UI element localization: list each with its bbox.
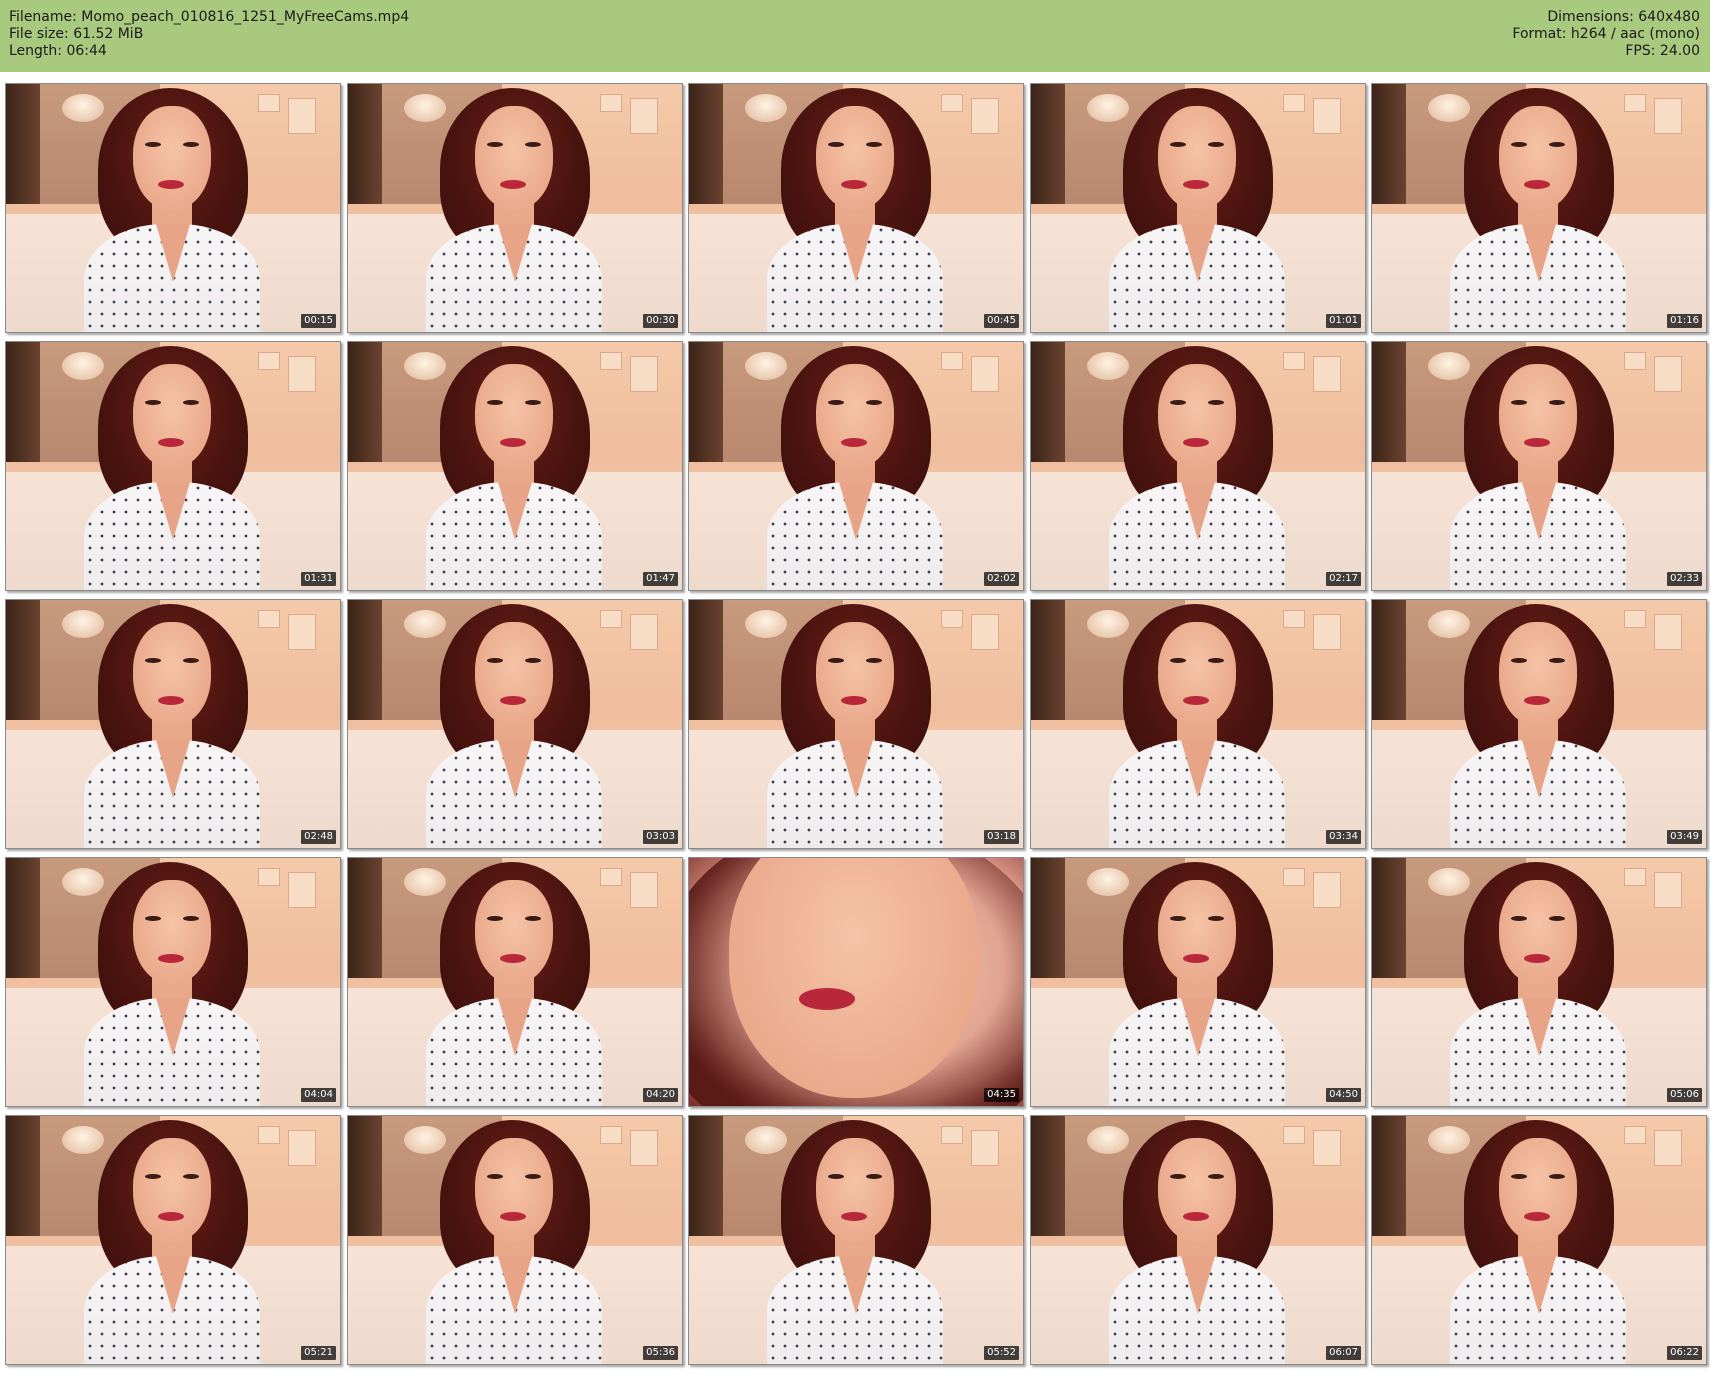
video-frame-thumbnail: 00:30: [347, 83, 683, 333]
video-frame-thumbnail: 02:17: [1030, 341, 1366, 591]
frame-timestamp: 03:18: [984, 830, 1019, 844]
video-frame-thumbnail: 04:20: [347, 857, 683, 1107]
frame-timestamp: 02:48: [301, 830, 336, 844]
filesize-text: File size: 61.52 MiB: [9, 26, 144, 42]
frame-image: [1031, 84, 1365, 332]
frame-timestamp: 01:47: [643, 572, 678, 586]
frame-timestamp: 02:33: [1667, 572, 1702, 586]
video-frame-thumbnail: 01:31: [5, 341, 341, 591]
frame-image: [1031, 1116, 1365, 1364]
frame-timestamp: 01:01: [1326, 314, 1361, 328]
frame-timestamp: 04:35: [984, 1088, 1019, 1102]
frame-timestamp: 02:02: [984, 572, 1019, 586]
frame-timestamp: 00:15: [301, 314, 336, 328]
frame-image: [6, 342, 340, 590]
frame-image: [348, 858, 682, 1106]
frame-timestamp: 05:21: [301, 1346, 336, 1360]
frame-timestamp: 05:52: [984, 1346, 1019, 1360]
frame-image: [6, 84, 340, 332]
frame-timestamp: 03:03: [643, 830, 678, 844]
frame-timestamp: 03:49: [1667, 830, 1702, 844]
frame-timestamp: 01:31: [301, 572, 336, 586]
frame-timestamp: 00:45: [984, 314, 1019, 328]
filename-text: Filename: Momo_peach_010816_1251_MyFreeC…: [9, 9, 410, 25]
frame-image: [689, 84, 1023, 332]
thumbnail-grid: 00:15 00:30 00:45 01:01 01:16 01:31 01:47 02:02…: [0, 78, 1710, 1370]
length-text: Length: 06:44: [9, 43, 107, 59]
video-frame-thumbnail: 03:18: [688, 599, 1024, 849]
video-frame-thumbnail: 05:52: [688, 1115, 1024, 1365]
frame-image: [1031, 342, 1365, 590]
frame-image: [1031, 600, 1365, 848]
frame-image: [348, 84, 682, 332]
frame-image: [689, 858, 1023, 1106]
video-frame-thumbnail: 03:34: [1030, 599, 1366, 849]
frame-image: [1372, 1116, 1706, 1364]
frame-image: [689, 1116, 1023, 1364]
frame-timestamp: 02:17: [1326, 572, 1361, 586]
video-frame-thumbnail: 05:06: [1371, 857, 1707, 1107]
frame-image: [348, 1116, 682, 1364]
frame-timestamp: 05:06: [1667, 1088, 1702, 1102]
video-frame-thumbnail: 00:45: [688, 83, 1024, 333]
frame-timestamp: 01:16: [1667, 314, 1702, 328]
frame-image: [6, 1116, 340, 1364]
video-frame-thumbnail: 02:48: [5, 599, 341, 849]
frame-timestamp: 06:22: [1667, 1346, 1702, 1360]
format-text: Format: h264 / aac (mono): [1512, 26, 1700, 42]
video-frame-thumbnail: 01:01: [1030, 83, 1366, 333]
video-frame-thumbnail: 06:07: [1030, 1115, 1366, 1365]
video-frame-thumbnail: 04:35: [688, 857, 1024, 1107]
video-frame-thumbnail: 04:50: [1030, 857, 1366, 1107]
media-info: Dimensions: 640x480 Format: h264 / aac (…: [1512, 9, 1700, 60]
video-frame-thumbnail: 02:33: [1371, 341, 1707, 591]
video-frame-thumbnail: 03:49: [1371, 599, 1707, 849]
frame-image: [1372, 342, 1706, 590]
frame-image: [1031, 858, 1365, 1106]
file-info: Filename: Momo_peach_010816_1251_MyFreeC…: [9, 9, 409, 60]
video-frame-thumbnail: 04:04: [5, 857, 341, 1107]
frame-image: [6, 600, 340, 848]
frame-image: [348, 342, 682, 590]
video-frame-thumbnail: 01:47: [347, 341, 683, 591]
video-frame-thumbnail: 06:22: [1371, 1115, 1707, 1365]
video-frame-thumbnail: 00:15: [5, 83, 341, 333]
frame-image: [689, 342, 1023, 590]
video-frame-thumbnail: 05:36: [347, 1115, 683, 1365]
frame-image: [1372, 858, 1706, 1106]
video-frame-thumbnail: 01:16: [1371, 83, 1707, 333]
frame-timestamp: 05:36: [643, 1346, 678, 1360]
video-frame-thumbnail: 02:02: [688, 341, 1024, 591]
frame-image: [348, 600, 682, 848]
info-header: Filename: Momo_peach_010816_1251_MyFreeC…: [0, 0, 1710, 72]
frame-timestamp: 06:07: [1326, 1346, 1361, 1360]
frame-image: [1372, 600, 1706, 848]
video-frame-thumbnail: 03:03: [347, 599, 683, 849]
video-frame-thumbnail: 05:21: [5, 1115, 341, 1365]
frame-timestamp: 03:34: [1326, 830, 1361, 844]
frame-timestamp: 04:20: [643, 1088, 678, 1102]
frame-timestamp: 04:04: [301, 1088, 336, 1102]
dimensions-text: Dimensions: 640x480: [1547, 9, 1700, 25]
frame-timestamp: 04:50: [1326, 1088, 1361, 1102]
frame-image: [6, 858, 340, 1106]
frame-image: [1372, 84, 1706, 332]
frame-timestamp: 00:30: [643, 314, 678, 328]
frame-image: [689, 600, 1023, 848]
fps-text: FPS: 24.00: [1625, 43, 1700, 59]
